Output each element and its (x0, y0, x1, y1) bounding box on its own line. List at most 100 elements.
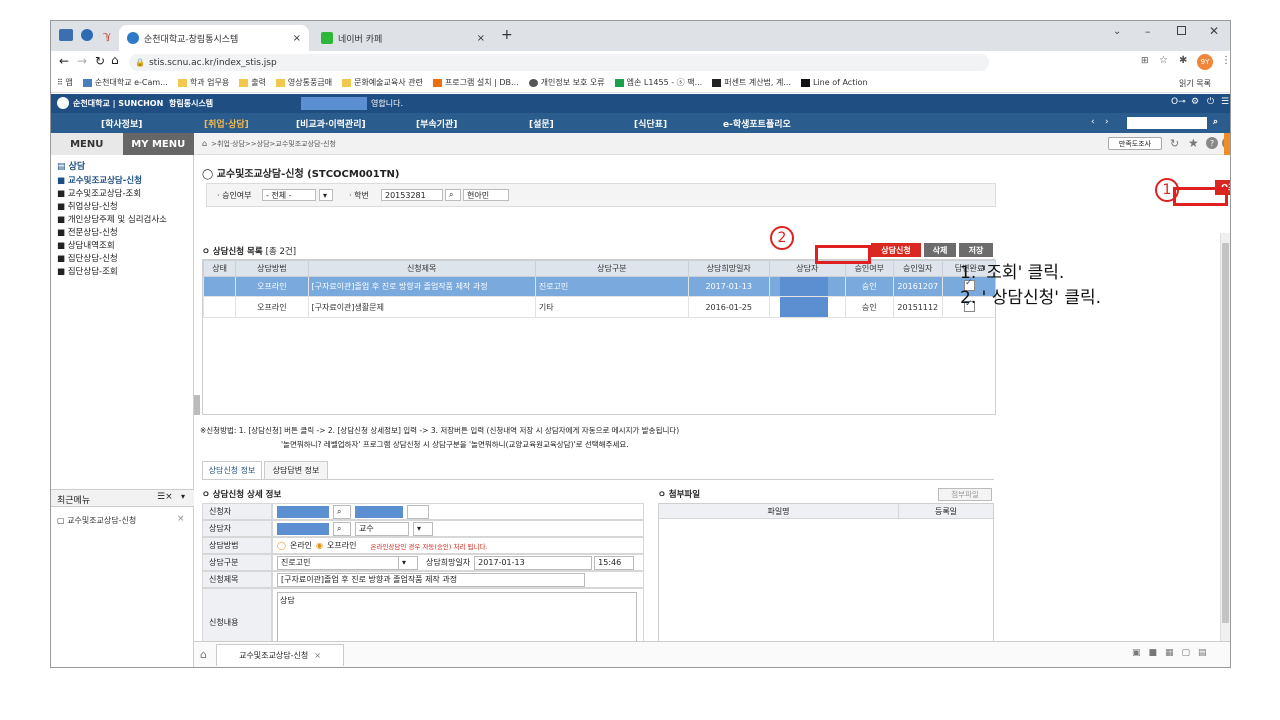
translate-icon[interactable]: ⊞ (1141, 56, 1149, 66)
search-icon[interactable]: ⌕ (333, 521, 351, 536)
sidebar-toggle-handle[interactable] (194, 395, 200, 415)
student-id-input[interactable]: 20153281 (381, 189, 443, 201)
sidebar-item[interactable]: ■ 집단상담-신청 (57, 252, 118, 264)
bookmark-item[interactable]: 학과 업무용 (177, 77, 229, 88)
menu-portfolio[interactable]: e-학생포트폴리오 (723, 117, 791, 130)
menu-career-counsel[interactable]: [취업·상담] (204, 117, 249, 130)
refresh-icon[interactable]: ↻ (1170, 137, 1179, 150)
tab-my-menu[interactable]: MY MENU (122, 133, 194, 155)
hamburger-icon[interactable]: ☰ (1221, 97, 1229, 107)
window-close-icon[interactable]: ✕ (1209, 24, 1219, 38)
home-icon[interactable]: ⌂ (111, 53, 119, 67)
home-icon[interactable]: ⌂ (200, 648, 207, 661)
bookmark-item[interactable]: 개인정보 보호 오류 (528, 77, 605, 88)
chevron-down-icon[interactable]: ▾ (413, 521, 433, 536)
forward-icon[interactable]: → (77, 54, 87, 68)
bookmark-apps[interactable]: ⠿ 앱 (57, 77, 73, 88)
menu-extracurricular[interactable]: [비교과·이력관리] (296, 117, 366, 130)
sidebar-item[interactable]: ■ 전문상담-신청 (57, 226, 118, 238)
sidebar-item[interactable]: ■ 교수및조교상담-조회 (57, 187, 141, 199)
window-icon[interactable] (59, 29, 73, 41)
apply-button[interactable]: 상담신청 (871, 243, 921, 257)
col-status[interactable]: 상태 (203, 260, 237, 277)
reading-list[interactable]: 읽기 목록 (1179, 78, 1211, 89)
sidebar-item[interactable]: ■ 집단상담-조회 (57, 265, 118, 277)
radio-online[interactable]: ◯ (277, 541, 286, 550)
col-reg-date[interactable]: 등록일 (899, 504, 993, 519)
menu-kebab-icon[interactable]: ⋮ (1221, 55, 1230, 66)
clear-list-icon[interactable]: ☰× (157, 492, 173, 502)
tab-menu[interactable]: MENU (51, 133, 123, 155)
menu-prev-icon[interactable]: ‹ (1091, 117, 1095, 127)
col-file-name[interactable]: 파일명 (659, 504, 899, 519)
settings-icon[interactable]: ⚙ (1191, 97, 1199, 107)
layout-icons[interactable]: ▣■▦▢▤ (1132, 648, 1215, 658)
satisfaction-survey-button[interactable]: 만족도조사 (1108, 137, 1162, 150)
university-logo[interactable]: 순천대학교 | SUNCHON (73, 98, 163, 109)
attach-button[interactable]: 첨부파일 (938, 488, 992, 501)
key-icon[interactable]: O⊸ (1171, 97, 1186, 107)
app-icon[interactable] (81, 29, 93, 41)
bottom-tab[interactable]: 교수및조교상담-신청 × (216, 644, 344, 666)
profile-avatar[interactable]: 9Y (1197, 54, 1213, 70)
collapse-handle[interactable] (1224, 133, 1230, 155)
power-icon[interactable]: ⏻ (1207, 97, 1214, 107)
bookmark-item[interactable]: 순천대학교 e-Cam... (82, 77, 168, 88)
menu-search-input[interactable] (1127, 117, 1207, 129)
title-input[interactable]: [구자료이관]졸업 후 진로 방향과 졸업작품 제작 과정 (277, 572, 585, 587)
category-select[interactable]: 진로고민 (277, 555, 399, 570)
col-hope-date[interactable]: 상담희망일자 (687, 260, 770, 277)
menu-academic[interactable]: [학사정보] (101, 117, 142, 130)
menu-next-icon[interactable]: › (1105, 117, 1109, 127)
bookmark-item[interactable]: 영상통풍금매 (275, 77, 332, 88)
col-title[interactable]: 신청제목 (307, 260, 536, 277)
search-icon[interactable]: ⌕ (445, 189, 461, 201)
bookmark-item[interactable]: 프로그램 설치 | DB... (432, 77, 519, 88)
hope-time-input[interactable]: 15:46 (594, 555, 635, 570)
favorite-star-icon[interactable]: ★ (1188, 136, 1199, 150)
scrollbar[interactable] (1220, 233, 1230, 653)
hope-date-input[interactable]: 2017-01-13 (474, 555, 593, 570)
sidebar-item[interactable]: ■ 개인상담주제 및 심리검사소 (57, 213, 167, 225)
delete-button[interactable]: 삭제 (924, 243, 956, 257)
chevron-down-icon[interactable]: ▾ (181, 492, 185, 501)
back-icon[interactable]: ← (59, 54, 69, 68)
search-icon[interactable]: ⌕ (333, 504, 351, 519)
radio-offline[interactable]: ◉ (316, 541, 323, 550)
close-icon[interactable]: × (314, 651, 321, 660)
tab-stis[interactable]: 순천대학교-창림통시스템 × (119, 25, 309, 51)
sidebar-item[interactable]: ■ 상담내역조회 (57, 239, 115, 251)
sidebar-item[interactable]: ■ 교수및조교상담-신청 (57, 174, 142, 186)
tab-naver-cafe[interactable]: 네이버 카페 × (313, 25, 493, 51)
scrollbar-thumb[interactable] (1222, 243, 1229, 623)
help-icon[interactable]: ? (1206, 137, 1218, 149)
extensions-icon[interactable]: ✱ (1179, 55, 1187, 66)
app-icon-2[interactable]: ℽ (103, 29, 111, 42)
menu-affiliated[interactable]: [부속기관] (416, 117, 457, 130)
col-approved-date[interactable]: 승인일자 (892, 260, 944, 277)
url-field[interactable]: 🔒 stis.scnu.ac.kr/index_stis.jsp (129, 54, 989, 71)
sidebar-item[interactable]: ■ 취업상담-신청 (57, 200, 118, 212)
maximize-icon[interactable] (1177, 26, 1186, 35)
new-tab-button[interactable]: + (501, 27, 513, 43)
table-row[interactable]: 오프라인 [구자료이관]생활문제 기타 2016-01-25 승인 201511… (203, 296, 995, 318)
table-row[interactable]: 오프라인 [구자료이관]졸업 후 진로 방향과 졸업작품 제작 과정 진로고민 … (203, 276, 995, 297)
approval-select[interactable]: - 전체 - (262, 189, 316, 201)
tab-search-icon[interactable]: ⌄ (1113, 26, 1121, 37)
close-icon[interactable]: × (293, 33, 301, 44)
sidebar-section[interactable]: ▤ 상담 (57, 159, 85, 172)
col-category[interactable]: 상담구분 (534, 260, 689, 277)
menu-meal[interactable]: [식단표] (634, 117, 667, 130)
close-icon[interactable]: × (477, 33, 485, 44)
bookmark-item[interactable]: 퍼센트 계산법, 계... (712, 77, 791, 88)
bookmark-item[interactable]: 엡손 L1455 - ⓢ 팩... (614, 77, 702, 88)
save-button[interactable]: 저장 (959, 243, 993, 257)
col-method[interactable]: 상담방법 (235, 260, 309, 277)
menu-survey[interactable]: [설문] (529, 117, 554, 130)
bookmark-item[interactable]: 문화예술교육사 관련 (342, 77, 423, 88)
star-icon[interactable]: ☆ (1159, 55, 1168, 66)
recent-menu-item[interactable]: ▢ 교수및조교상담-신청 (57, 515, 136, 526)
reload-icon[interactable]: ↻ (95, 54, 105, 68)
close-icon[interactable]: × (177, 514, 185, 524)
home-icon[interactable]: ⌂ (202, 139, 207, 148)
